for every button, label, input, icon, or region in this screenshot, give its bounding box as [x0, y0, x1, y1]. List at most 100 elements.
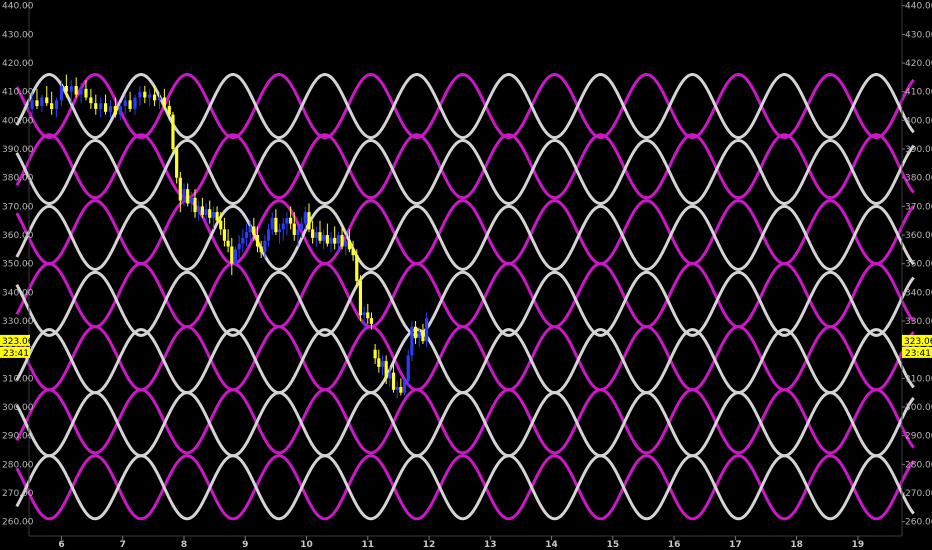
price-badge-label-left: 323.06	[2, 337, 34, 347]
x-tick-label-12: 18	[790, 540, 803, 550]
y-tick-label-right-16: 420.00	[905, 59, 932, 69]
candle-body-26	[157, 97, 162, 101]
candle-body-2	[40, 97, 44, 107]
candle-body-64	[300, 223, 304, 230]
candle-body-45	[230, 246, 234, 264]
candle-body-21	[133, 97, 137, 109]
candle-body-67	[311, 229, 315, 238]
candle-body-44	[226, 240, 230, 247]
y-tick-label-left-17: 430.00	[2, 30, 34, 40]
y-tick-label-right-18: 440.00	[905, 2, 932, 12]
candle-body-84	[373, 349, 377, 359]
candle-body-56	[270, 217, 274, 230]
candle-body-42	[219, 220, 223, 230]
candle-body-49	[244, 232, 249, 238]
candle-body-89	[391, 372, 396, 390]
y-tick-label-left-10: 360.00	[2, 231, 34, 241]
candle-body-59	[281, 223, 285, 230]
y-tick-label-right-10: 360.00	[905, 231, 932, 241]
y-tick-label-right-1: 270.00	[905, 489, 932, 499]
y-tick-label-left-15: 410.00	[2, 88, 34, 98]
candle-body-29	[171, 114, 175, 150]
candle-body-79	[355, 255, 359, 281]
candle-body-95	[413, 326, 418, 339]
x-tick-label-0: 6	[58, 540, 64, 550]
candle-body-16	[108, 106, 113, 112]
candle-body-39	[208, 209, 212, 218]
candle-body-33	[186, 189, 190, 204]
x-tick-label-9: 15	[607, 540, 620, 550]
candle-body-43	[222, 229, 227, 241]
candle-body-15	[103, 103, 108, 112]
candle-body-53	[259, 246, 263, 253]
candle-body-38	[204, 209, 208, 215]
y-tick-label-left-3: 290.00	[2, 432, 34, 442]
candle-body-47	[237, 243, 241, 250]
x-tick-label-6: 12	[423, 540, 436, 550]
candle-body-51	[252, 226, 256, 236]
candle-body-32	[182, 189, 186, 201]
price-badge-label-right: 323.06	[904, 337, 932, 347]
time-badge-label-left: 23:41	[3, 349, 29, 359]
y-tick-label-left-7: 330.00	[2, 317, 34, 327]
y-tick-label-left-16: 420.00	[2, 59, 34, 69]
y-tick-label-right-8: 340.00	[905, 288, 932, 298]
x-tick-label-13: 19	[852, 540, 865, 550]
candle-body-96	[417, 332, 421, 339]
candle-body-73	[333, 237, 337, 244]
x-tick-label-2: 8	[181, 540, 187, 550]
candle-body-88	[388, 372, 392, 379]
y-tick-label-right-15: 410.00	[905, 88, 932, 98]
candle-body-18	[118, 106, 122, 115]
x-tick-label-7: 13	[484, 540, 497, 550]
candle-body-60	[285, 217, 289, 224]
y-tick-label-right-5: 310.00	[905, 374, 932, 384]
candle-body-69	[318, 232, 322, 241]
candle-body-66	[307, 212, 311, 230]
candle-body-35	[193, 197, 197, 213]
x-tick-label-1: 7	[120, 540, 126, 550]
candle-body-91	[399, 386, 403, 393]
candle-body-62	[292, 223, 296, 236]
candle-body-76	[344, 240, 348, 247]
y-tick-label-left-5: 310.00	[2, 374, 34, 384]
y-tick-label-left-9: 350.00	[2, 260, 34, 270]
y-tick-label-right-11: 370.00	[905, 202, 932, 212]
y-tick-label-left-13: 390.00	[2, 145, 34, 155]
x-tick-label-3: 9	[242, 540, 248, 550]
candle-body-31	[178, 177, 182, 201]
candle-body-75	[340, 235, 344, 247]
candle-body-63	[296, 229, 300, 236]
candle-body-12	[89, 97, 93, 104]
candle-body-41	[215, 212, 219, 221]
candle-body-58	[277, 229, 282, 233]
x-tick-label-5: 11	[362, 540, 375, 550]
candle-body-80	[358, 280, 363, 316]
y-tick-label-right-17: 430.00	[905, 30, 932, 40]
candle-body-83	[369, 318, 374, 324]
candle-body-97	[421, 332, 425, 342]
candle-body-86	[380, 361, 385, 367]
candle-body-37	[200, 206, 204, 215]
x-tick-label-10: 16	[668, 540, 681, 550]
candle-body-98	[424, 318, 429, 342]
candle-body-52	[255, 235, 260, 247]
candle-body-65	[303, 212, 307, 224]
candle-body-48	[241, 237, 245, 244]
time-badge-label-right: 23:41	[905, 349, 931, 359]
candle-body-1	[35, 100, 39, 107]
candle-body-93	[406, 355, 410, 382]
candle-body-94	[410, 326, 414, 356]
candle-body-81	[362, 312, 366, 316]
candle-body-13	[94, 103, 98, 109]
price-chart[interactable]: 260.00270.00280.00290.00300.00310.00320.…	[0, 0, 932, 550]
candle-body-22	[138, 91, 142, 98]
y-tick-label-right-2: 280.00	[905, 460, 932, 470]
candle-body-82	[366, 312, 370, 319]
candle-body-7	[64, 85, 68, 92]
candle-body-50	[248, 226, 252, 233]
candle-body-17	[113, 106, 117, 115]
candle-body-36	[197, 206, 201, 213]
candle-body-40	[211, 212, 216, 218]
candle-body-4	[50, 103, 54, 109]
